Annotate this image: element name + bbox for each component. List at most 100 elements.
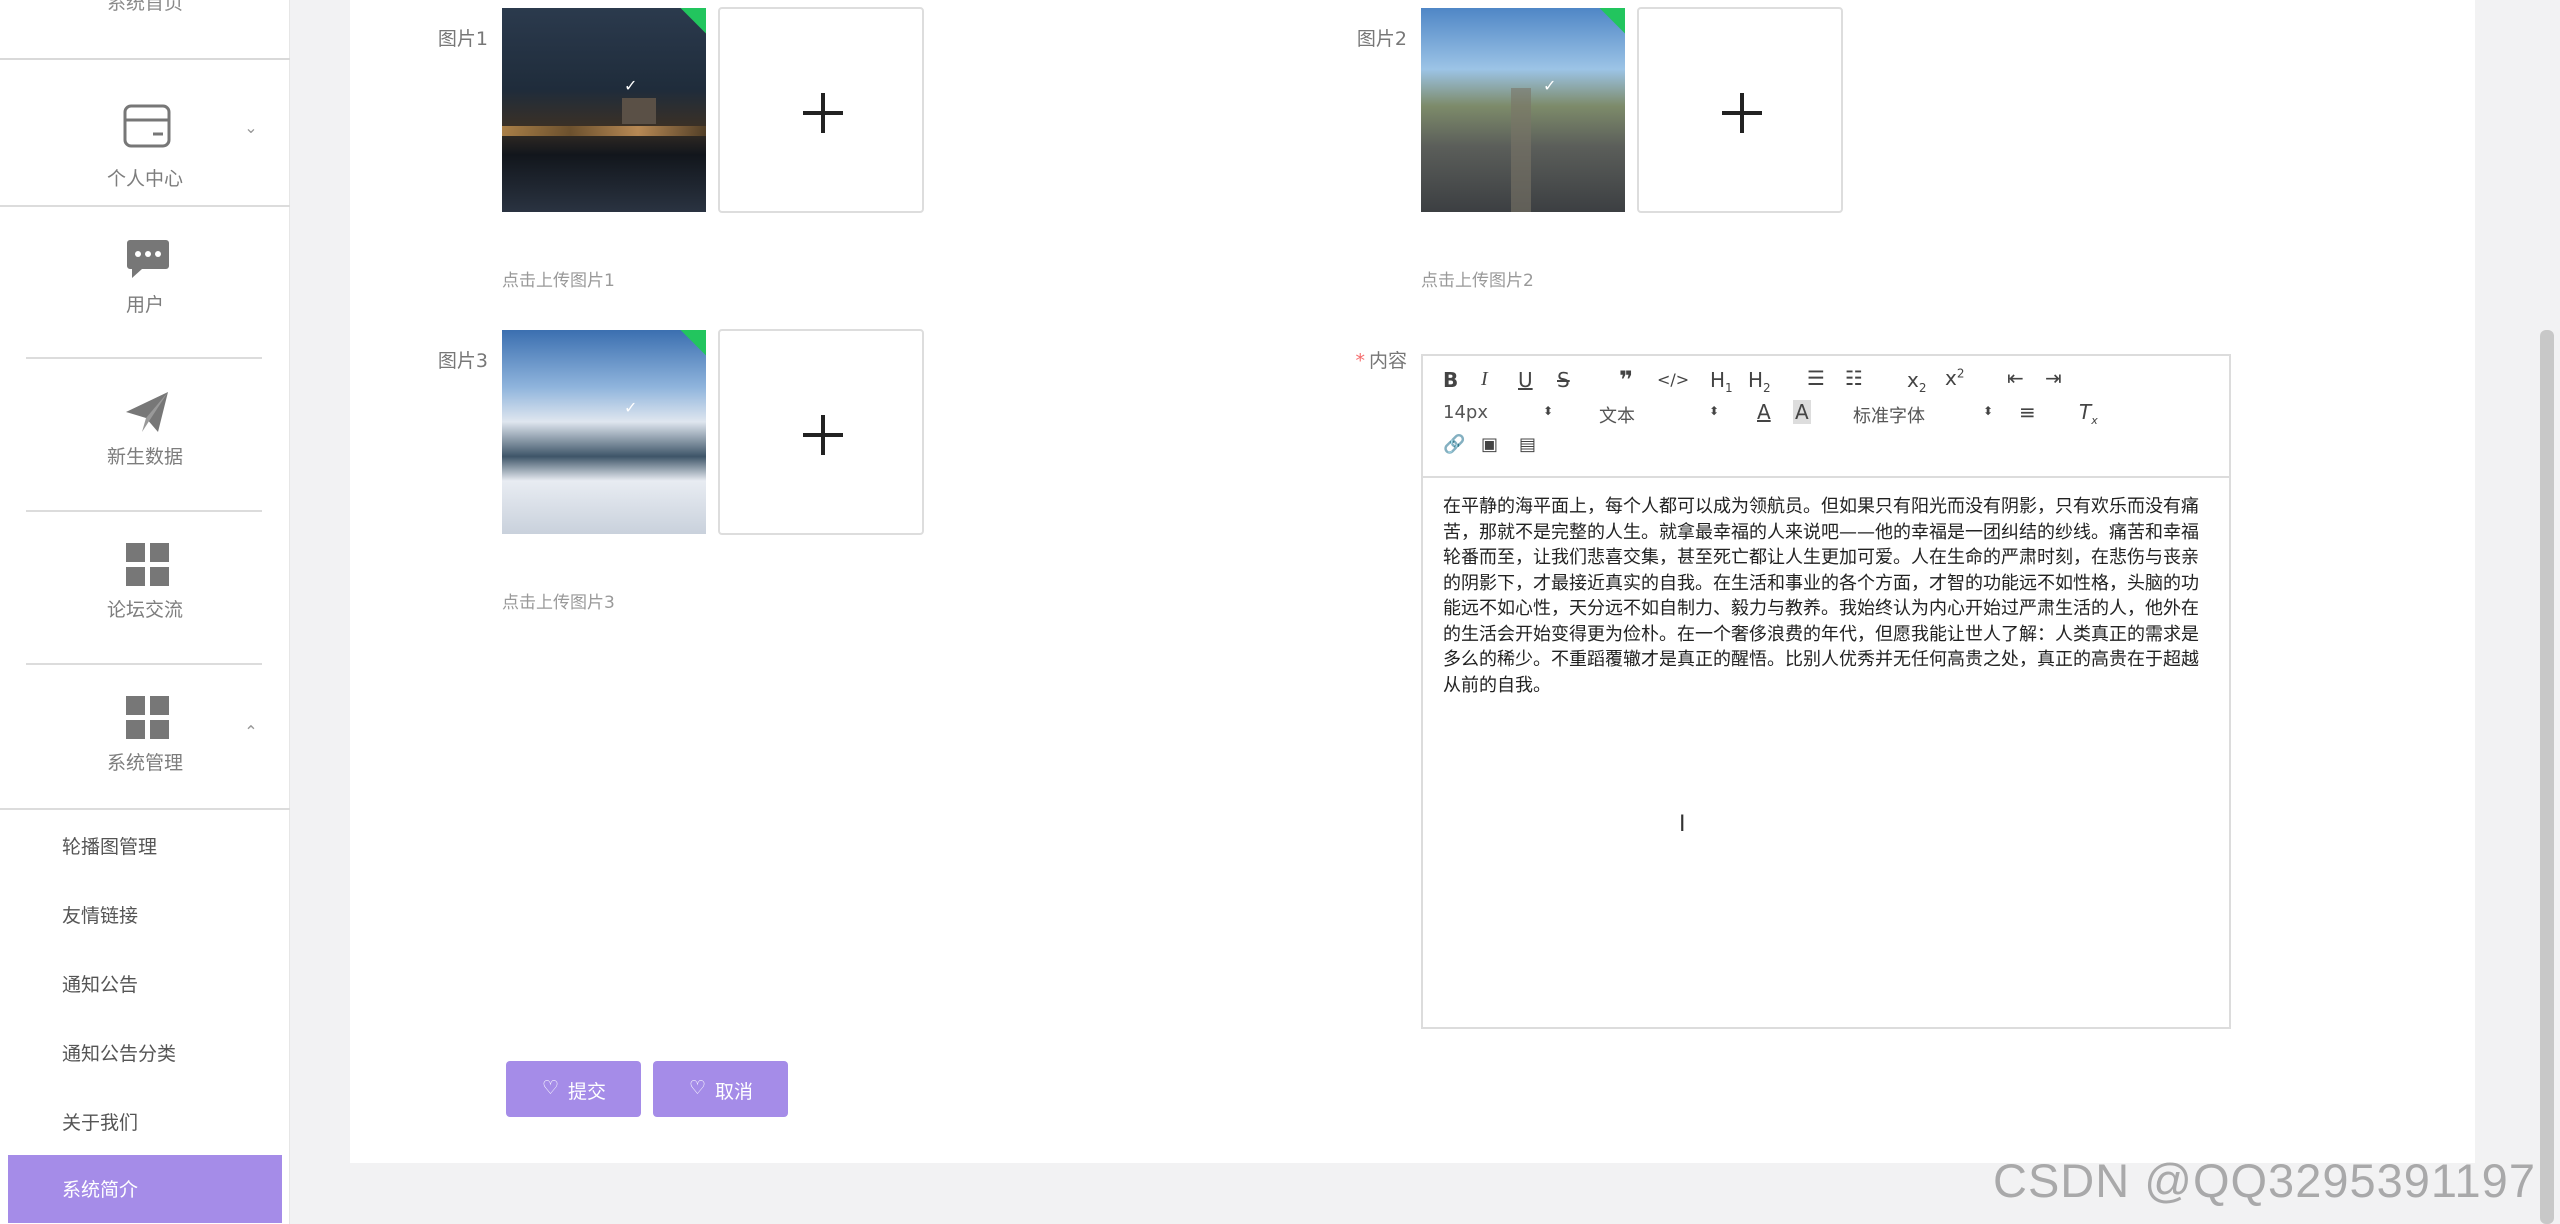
image3-thumbnail[interactable]: ✓	[502, 330, 706, 534]
h2-button[interactable]: H2	[1748, 368, 1771, 395]
send-icon	[126, 392, 168, 432]
nav-item-system-label: 系统管理	[106, 752, 183, 774]
divider	[26, 663, 262, 665]
image-icon[interactable]: ▣	[1481, 434, 1498, 455]
cancel-button[interactable]: ♡ 取消	[653, 1061, 788, 1117]
sub-item-system-intro[interactable]: 系统简介	[8, 1155, 282, 1223]
sub-item-carousel[interactable]: 轮播图管理	[62, 832, 157, 859]
h1-button[interactable]: H1	[1710, 368, 1733, 395]
chat-icon	[127, 240, 169, 278]
background-color-icon[interactable]: A	[1793, 400, 1811, 424]
image2-upload-button[interactable]	[1637, 7, 1843, 213]
plus-icon	[821, 415, 825, 455]
nav-item-system[interactable]: 系统管理 ⌃	[0, 696, 290, 776]
sub-item-system-intro-label: 系统简介	[62, 1179, 139, 1201]
nav-item-forum[interactable]: 论坛交流	[0, 543, 290, 623]
outdent-icon[interactable]: ⇤	[2007, 366, 2024, 390]
cancel-label: 取消	[715, 1081, 754, 1103]
code-button[interactable]: </>	[1657, 370, 1689, 389]
editor-toolbar: B I U S ❞ </> H1 H2 ☰ ☷ x2 x2 ⇤ ⇥ 14px ⬍…	[1423, 356, 2229, 478]
image1-label: 图片1	[437, 28, 488, 50]
content-line: 苦，那就不是完整的人生。就拿最幸福的人来说吧——他的幸福是一团纠结的纱线。痛苦和…	[1443, 521, 2199, 543]
nav-item-profile[interactable]: 个人中心 ⌄	[0, 100, 290, 200]
nav-item-home-label: 系统首页	[106, 0, 183, 14]
select-arrow-icon: ⬍	[1709, 404, 1720, 418]
chevron-down-icon: ⌄	[244, 118, 258, 137]
image1-hint: 点击上传图片1	[502, 271, 615, 291]
image2-thumbnail[interactable]: ✓	[1421, 8, 1625, 212]
nav-item-new-students-label: 新生数据	[106, 446, 183, 468]
subscript-button[interactable]: x2	[1907, 368, 1926, 395]
required-mark: *	[1355, 350, 1365, 372]
success-badge	[680, 8, 706, 34]
grid-icon	[126, 696, 169, 739]
clear-format-icon[interactable]: Tx	[2079, 400, 2098, 427]
content-line: 从前的自我。	[1443, 674, 1551, 696]
content-line: 的阴影下，才最接近真实的自我。在生活和事业的各个方面，才智的功能远不如性格，头脑…	[1443, 572, 2199, 594]
select-arrow-icon: ⬍	[1983, 404, 1994, 418]
content-line: 在平静的海平面上，每个人都可以成为领航员。但如果只有阳光而没有阴影，只有欢乐而没…	[1443, 496, 2199, 517]
check-icon: ✓	[624, 398, 638, 417]
font-family-value: 标准字体	[1853, 406, 1925, 427]
sidebar: 系统首页 个人中心 ⌄ 用户 新生数据 论坛交流 系统管理 ⌃ 轮播图管理 友情…	[0, 0, 290, 1224]
rich-text-editor[interactable]: B I U S ❞ </> H1 H2 ☰ ☷ x2 x2 ⇤ ⇥ 14px ⬍…	[1421, 354, 2231, 1029]
heart-icon: ♡	[689, 1077, 707, 1099]
superscript-button[interactable]: x2	[1945, 366, 1964, 390]
font-color-icon[interactable]: A	[1757, 400, 1771, 424]
image3-upload-button[interactable]	[718, 329, 924, 535]
nav-item-users-label: 用户	[125, 294, 164, 316]
sub-item-about[interactable]: 关于我们	[62, 1108, 138, 1135]
font-family-select[interactable]: 标准字体 ⬍	[1853, 402, 1993, 428]
check-icon: ✓	[624, 76, 638, 95]
text-type-select[interactable]: 文本 ⬍	[1599, 402, 1719, 428]
submit-label: 提交	[568, 1081, 607, 1103]
align-icon[interactable]: ≡	[2019, 400, 2036, 424]
image3-hint: 点击上传图片3	[502, 593, 615, 613]
sub-item-links[interactable]: 友情链接	[62, 901, 138, 928]
video-icon[interactable]: ▤	[1519, 434, 1536, 455]
divider	[0, 808, 290, 810]
watermark: CSDN @QQ3295391197	[1993, 1154, 2536, 1207]
image1-thumbnail[interactable]: ✓	[502, 8, 706, 212]
heart-icon: ♡	[542, 1077, 560, 1099]
plus-icon	[1740, 93, 1744, 133]
success-badge	[1599, 8, 1625, 34]
scrollbar[interactable]	[2540, 330, 2554, 1224]
nav-item-new-students[interactable]: 新生数据	[0, 390, 290, 470]
indent-icon[interactable]: ⇥	[2045, 366, 2062, 390]
divider	[26, 357, 262, 359]
bold-button[interactable]: B	[1443, 368, 1458, 392]
sub-item-notice-category[interactable]: 通知公告分类	[62, 1039, 176, 1066]
nav-item-forum-label: 论坛交流	[106, 599, 183, 621]
content-line: 的生活会开始变得更为俭朴。在一个奢侈浪费的年代，但愿我能让世人了解：人类真正的需…	[1443, 623, 2199, 645]
editor-content[interactable]: 在平静的海平面上，每个人都可以成为领航员。但如果只有阳光而没有阴影，只有欢乐而没…	[1443, 494, 2213, 698]
content-line: 轮番而至，让我们悲喜交集，甚至死亡都让人生更加可爱。人在生命的严肃时刻，在悲伤与…	[1443, 547, 2199, 568]
underline-button[interactable]: U	[1518, 368, 1533, 392]
content-label: * 内容	[1317, 346, 1407, 373]
font-size-value: 14px	[1443, 402, 1488, 423]
link-icon[interactable]: 🔗	[1443, 434, 1465, 455]
nav-item-users[interactable]: 用户	[0, 238, 290, 318]
chevron-up-icon: ⌃	[244, 722, 258, 741]
sub-item-notice[interactable]: 通知公告	[62, 970, 138, 997]
wallet-icon	[123, 104, 171, 148]
select-arrow-icon: ⬍	[1543, 404, 1554, 418]
italic-button[interactable]: I	[1481, 368, 1488, 391]
ordered-list-icon[interactable]: ☰	[1807, 366, 1825, 390]
strike-button[interactable]: S	[1557, 368, 1570, 392]
submit-button[interactable]: ♡ 提交	[506, 1061, 641, 1117]
text-type-value: 文本	[1599, 406, 1635, 427]
success-badge	[680, 330, 706, 356]
font-size-select[interactable]: 14px ⬍	[1443, 402, 1553, 423]
content-label-text: 内容	[1368, 350, 1407, 372]
text-cursor-icon: I	[1679, 812, 1686, 837]
plus-icon	[821, 93, 825, 133]
bullet-list-icon[interactable]: ☷	[1845, 366, 1863, 390]
nav-item-profile-label: 个人中心	[106, 168, 183, 190]
check-icon: ✓	[1543, 76, 1557, 95]
nav-item-home[interactable]: 系统首页	[0, 0, 290, 60]
image1-upload-button[interactable]	[718, 7, 924, 213]
quote-button[interactable]: ❞	[1619, 366, 1633, 394]
content-line: 能远不如心性，天分远不如自制力、毅力与教养。我始终认为内心开始过严肃生活的人，他…	[1443, 598, 2199, 619]
image2-label: 图片2	[1356, 28, 1407, 50]
